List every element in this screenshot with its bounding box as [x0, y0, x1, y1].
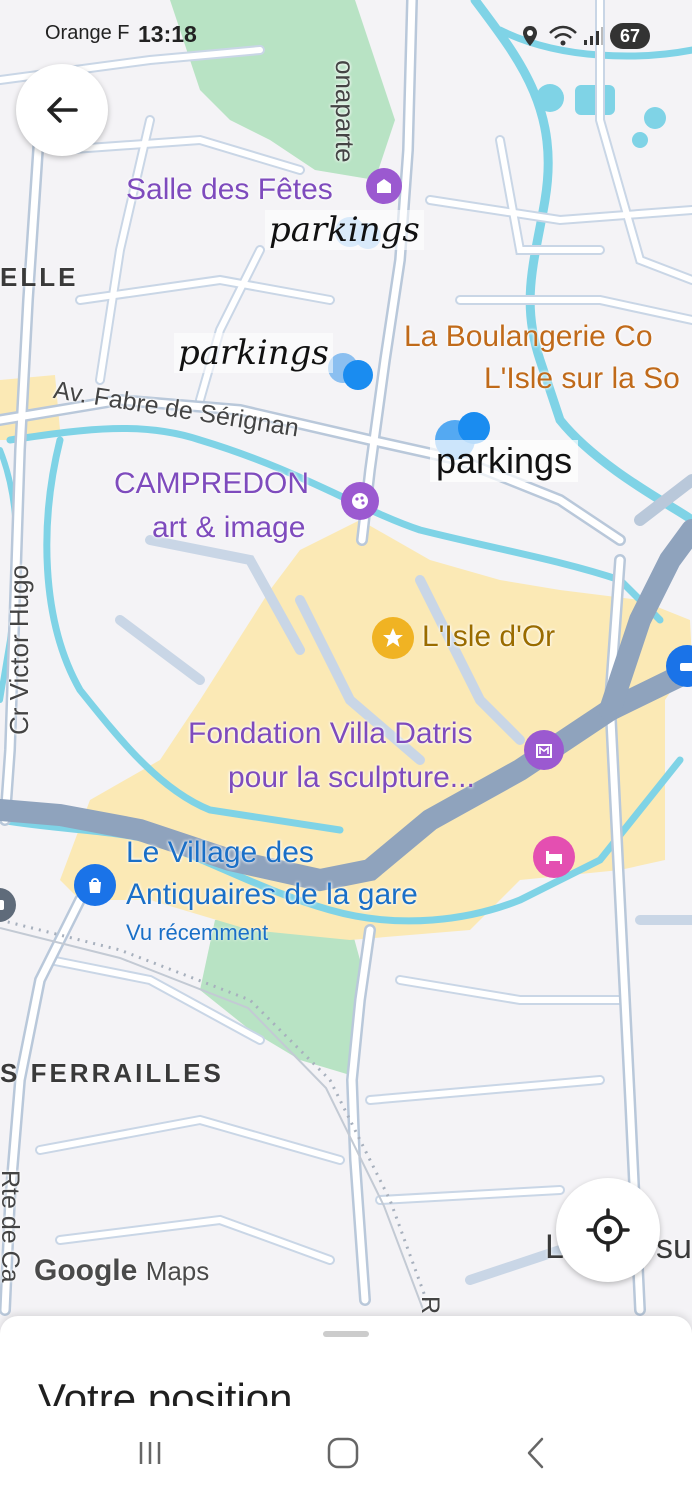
- location-icon: [523, 26, 537, 46]
- back-icon: [527, 1437, 544, 1469]
- battery-level: 67: [619, 25, 641, 46]
- battery-icon: 67: [610, 23, 650, 49]
- google-maps-attribution: Google Maps: [34, 1254, 209, 1288]
- road-label-bonaparte: onaparte: [330, 60, 360, 163]
- status-bar: Orange F 13:18 67: [0, 0, 692, 70]
- my-location-icon: [586, 1208, 630, 1252]
- signal-icon: [584, 27, 603, 45]
- maps-wordmark: Maps: [145, 1256, 210, 1286]
- shopping-pin-icon[interactable]: [74, 864, 116, 906]
- sheet-title: Votre position: [38, 1375, 293, 1406]
- salle-pin-icon[interactable]: [366, 168, 402, 204]
- poi-campredon-line1[interactable]: CAMPREDON: [114, 466, 309, 502]
- recents-icon: [139, 1442, 161, 1464]
- back-button[interactable]: [16, 64, 108, 156]
- clock: 13:18: [138, 21, 197, 47]
- my-location-button[interactable]: [556, 1178, 660, 1282]
- home-icon: [327, 1437, 359, 1469]
- sheet-drag-handle[interactable]: [323, 1331, 369, 1337]
- annotation-parkings-3: parkings: [430, 440, 579, 482]
- annotation-parkings-2: parkings: [174, 333, 333, 373]
- museum-pin-icon[interactable]: [524, 730, 564, 770]
- annotation-parkings-1: parkings: [265, 210, 424, 250]
- back-arrow-icon: [47, 97, 78, 123]
- district-label-su: su: [656, 1228, 692, 1266]
- road-label-rte-cav: Rte de Ca: [0, 1170, 24, 1283]
- nav-home-button[interactable]: [313, 1426, 373, 1480]
- screen: onaparte Salle des Fêtes parkings ELLE L…: [0, 0, 692, 1500]
- carrier-label: Orange F: [45, 22, 130, 44]
- poi-boulangerie-line2[interactable]: L'Isle sur la So: [484, 358, 680, 400]
- poi-village-line2[interactable]: Antiquaires de la gare: [126, 874, 418, 916]
- star-pin-icon[interactable]: [372, 617, 414, 659]
- poi-villa-datris-line1[interactable]: Fondation Villa Datris: [188, 716, 473, 752]
- nav-recents-button[interactable]: [120, 1426, 180, 1480]
- nav-back-button[interactable]: [506, 1426, 566, 1480]
- poi-campredon-line2[interactable]: art & image: [152, 510, 305, 546]
- poi-village-line1[interactable]: Le Village des: [126, 832, 314, 874]
- district-label-elle: ELLE: [0, 262, 79, 292]
- hotel-pin-icon[interactable]: [533, 836, 575, 878]
- google-logo: Google: [34, 1254, 138, 1287]
- poi-village-note: Vu récemment: [126, 920, 269, 945]
- road-label-r: R: [416, 1296, 444, 1315]
- poi-villa-datris-line2[interactable]: pour la sculpture...: [228, 760, 475, 796]
- district-label-ferrailles: S FERRAILLES: [0, 1058, 224, 1088]
- palette-pin-icon[interactable]: [341, 482, 379, 520]
- wifi-icon: [549, 25, 577, 46]
- poi-boulangerie-line1[interactable]: La Boulangerie Co: [404, 316, 653, 358]
- road-label-victor-hugo: Cr Victor Hugo: [4, 564, 34, 735]
- poi-salle-des-fetes[interactable]: Salle des Fêtes: [126, 172, 333, 208]
- poi-isle-dor[interactable]: L'Isle d'Or: [422, 620, 555, 654]
